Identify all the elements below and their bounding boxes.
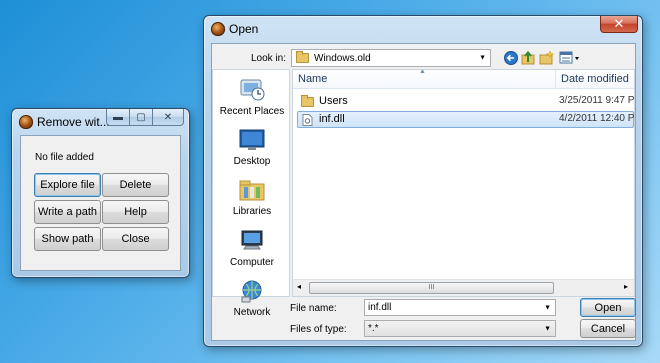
back-arrow-icon[interactable] [504,51,518,65]
column-header-name[interactable]: Name ▲ [293,70,555,89]
file-name: inf.dll [319,113,345,125]
dialog-close-button[interactable]: ✕ [600,16,638,33]
horizontal-scrollbar[interactable]: ◂ III ▸ [293,279,634,296]
app-icon [19,115,33,129]
file-name-label: File name: [290,303,337,314]
small-window-titlebar[interactable]: Remove wit... ▬ ▢ ✕ [12,109,189,135]
scroll-left-arrow-icon[interactable]: ◂ [297,282,301,291]
recent-places-icon [238,78,266,102]
look-in-label: Look in: [251,53,287,64]
file-date: 3/25/2011 9:47 PM [559,95,635,106]
folder-icon [301,95,314,107]
scrollbar-grip: III [428,284,435,291]
delete-button[interactable]: Delete [102,173,169,197]
place-label: Computer [230,257,274,268]
small-window-title: Remove wit... [37,115,110,129]
cancel-button[interactable]: Cancel [580,319,636,338]
status-text: No file added [35,152,94,163]
sort-ascending-icon: ▲ [419,69,426,75]
places-bar: Recent Places Desktop Libraries Computer… [212,69,291,318]
column-header-date[interactable]: Date modified [555,70,634,89]
small-window-client: No file added Explore file Delete Write … [20,135,181,271]
open-dialog-titlebar[interactable]: Open ✕ [204,16,642,42]
place-label: Libraries [232,206,272,217]
place-network[interactable]: Network [213,279,291,318]
place-label: Network [233,307,271,318]
chevron-down-icon: ▼ [479,54,486,62]
up-folder-icon[interactable] [521,50,536,65]
desktop-icon [238,128,266,152]
open-dialog: Open ✕ Look in: Windows.old ▼ Recent Pla… [203,15,643,347]
file-date: 4/2/2011 12:40 PM [559,113,635,124]
maximize-button[interactable]: ▢ [129,109,153,126]
look-in-combo[interactable]: Windows.old ▼ [291,49,491,67]
dll-file-icon [302,114,313,126]
scroll-right-arrow-icon[interactable]: ▸ [624,282,628,291]
column-name-label: Name [298,73,328,85]
computer-icon [238,229,266,253]
file-name: Users [319,95,348,107]
close-app-button[interactable]: Close [102,227,169,251]
view-menu-icon[interactable] [559,51,581,65]
remove-tool-window: Remove wit... ▬ ▢ ✕ No file added Explor… [11,108,190,278]
libraries-icon [238,178,266,202]
chevron-down-icon: ▼ [544,325,551,332]
open-button[interactable]: Open [580,298,636,317]
open-dialog-title: Open [229,22,259,36]
explore-file-button[interactable]: Explore file [34,173,101,197]
file-type-value: *.* [368,323,379,334]
place-libraries[interactable]: Libraries [213,178,291,217]
app-icon [211,22,225,36]
look-in-value: Windows.old [314,52,371,64]
files-of-type-label: Files of type: [290,324,347,335]
file-list[interactable]: Name ▲ Date modified Users 3/25/2011 9:4… [292,69,635,297]
file-row-users[interactable]: Users 3/25/2011 9:47 PM [297,94,634,110]
place-desktop[interactable]: Desktop [213,128,291,167]
help-button[interactable]: Help [102,200,169,224]
new-folder-icon[interactable] [539,50,554,65]
chevron-down-icon: ▼ [544,304,551,311]
files-of-type-combo[interactable]: *.* ▼ [364,320,556,337]
scrollbar-thumb[interactable]: III [309,282,554,294]
file-name-combo[interactable]: inf.dll ▼ [364,299,556,316]
place-label: Desktop [233,156,271,167]
place-computer[interactable]: Computer [213,229,291,268]
open-dialog-client: Look in: Windows.old ▼ Recent Places Des… [211,43,636,341]
column-date-label: Date modified [561,73,629,85]
minimize-button[interactable]: ▬ [106,109,130,126]
write-a-path-button[interactable]: Write a path [34,200,101,224]
folder-icon [296,51,309,63]
show-path-button[interactable]: Show path [34,227,101,251]
place-label: Recent Places [219,106,285,117]
place-recent-places[interactable]: Recent Places [213,78,291,117]
close-button[interactable]: ✕ [152,109,184,126]
file-row-inf-dll[interactable]: inf.dll 4/2/2011 12:40 PM [297,111,634,128]
network-icon [238,279,266,303]
file-name-value: inf.dll [368,302,392,313]
